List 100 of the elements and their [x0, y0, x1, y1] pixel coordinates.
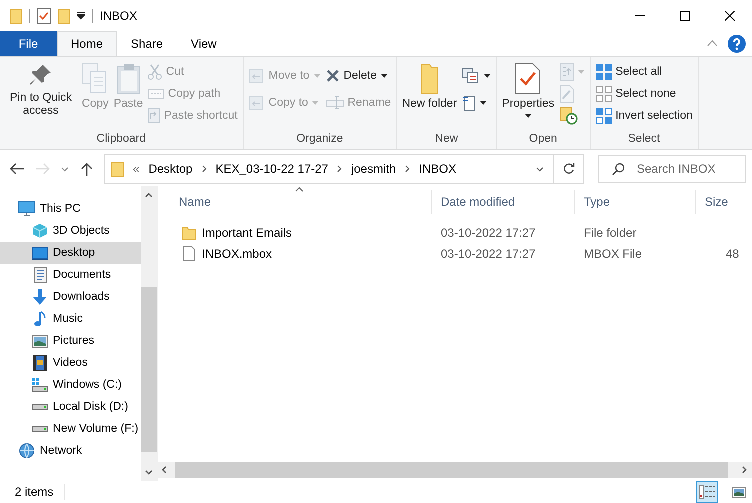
breadcrumb[interactable]: KEX_03-10-22 17-27	[216, 162, 328, 176]
sidebar-item[interactable]: Desktop	[0, 242, 141, 264]
picture-icon	[732, 486, 746, 498]
sidebar-item[interactable]: Music	[0, 308, 141, 330]
file-name[interactable]: INBOX.mbox	[202, 246, 272, 260]
overflow-chevron[interactable]: «	[133, 162, 140, 176]
ribbon-tab[interactable]: Home	[57, 31, 118, 56]
item-count: 2 items	[15, 485, 54, 499]
copy-icon	[82, 63, 108, 95]
scroll-right-icon[interactable]	[742, 466, 747, 474]
drive-icon	[32, 404, 48, 410]
search-field[interactable]: Search INBOX	[598, 155, 746, 183]
sidebar-item[interactable]: Windows (C:)	[0, 374, 141, 396]
properties-icon	[515, 63, 542, 95]
sidebar-item[interactable]: Local Disk (D:)	[0, 396, 141, 418]
desktop-icon	[32, 246, 48, 260]
ribbon-icon-button[interactable]	[460, 67, 494, 84]
sidebar-item[interactable]: This PC	[0, 198, 141, 220]
sidebar-item[interactable]: New Volume (F:)	[0, 418, 141, 440]
forward-arrow-icon	[36, 163, 50, 175]
select-none-icon	[596, 86, 612, 102]
caret-icon	[578, 70, 585, 74]
sidebar-item[interactable]: Network	[0, 440, 141, 462]
ribbon-button[interactable]: Pin to Quick access	[3, 59, 79, 133]
breadcrumb[interactable]: Desktop	[148, 162, 193, 176]
date-cell-text: 03-10-2022 17:27	[440, 246, 537, 260]
details-view-button[interactable]	[696, 481, 718, 503]
select-all-icon	[596, 64, 612, 80]
dropdown-icon[interactable]	[77, 12, 85, 20]
ribbon-tab[interactable]: Share	[117, 31, 178, 56]
ribbon-button[interactable]: New folder	[400, 59, 460, 133]
chevron-icon[interactable]	[337, 165, 342, 173]
back-arrow-icon	[10, 163, 24, 175]
details-list-icon	[699, 485, 715, 499]
ribbon-tab[interactable]: View	[177, 31, 231, 56]
invert-selection-icon	[596, 108, 612, 124]
path-icon	[148, 88, 164, 98]
column-header[interactable]: Name	[170, 190, 432, 214]
clipboard-icon	[116, 63, 141, 95]
move-icon	[248, 68, 265, 84]
address-bar[interactable]: « Desktop KEX_03-10-22 17-27 joesmith INBOX	[104, 154, 584, 184]
search-icon	[612, 163, 625, 176]
file-tab[interactable]: File	[0, 31, 57, 56]
breadcrumb[interactable]: INBOX	[419, 162, 456, 176]
sidebar-item[interactable]: 3D Objects	[0, 220, 141, 242]
scrollbar-thumb[interactable]	[175, 462, 728, 478]
sidebar-item[interactable]: Videos	[0, 352, 141, 374]
refresh-icon[interactable]	[563, 163, 575, 175]
scroll-left-icon[interactable]	[162, 466, 167, 474]
checklist-icon[interactable]	[37, 8, 51, 24]
column-header[interactable]: Size	[696, 190, 752, 214]
up-arrow-icon	[81, 162, 93, 176]
ribbon-button[interactable]: Delete	[324, 67, 394, 84]
column-header[interactable]: Date modified	[432, 190, 575, 214]
ribbon-button[interactable]: Invert selection	[594, 107, 695, 124]
cube-icon	[32, 223, 48, 239]
new-item-icon	[462, 68, 480, 84]
download-arrow-icon	[33, 289, 47, 305]
drive-icon	[32, 378, 48, 392]
scroll-up-icon[interactable]	[145, 193, 153, 198]
sidebar-item[interactable]: Documents	[0, 264, 141, 286]
caret-icon	[312, 100, 320, 104]
copy-to-icon	[248, 94, 265, 110]
caret-icon	[380, 74, 388, 78]
folder-icon	[182, 226, 196, 240]
type-cell-text: MBOX File	[583, 246, 644, 260]
folder-icon	[111, 161, 124, 177]
window-title: INBOX	[100, 8, 138, 22]
group-label: Clipboard	[96, 133, 146, 147]
chevron-icon[interactable]	[405, 165, 410, 173]
ribbon-button[interactable]: Select all	[594, 63, 695, 80]
picture-icon	[32, 334, 48, 348]
ribbon-button[interactable]: Select none	[594, 85, 695, 102]
file-name[interactable]: Important Emails	[202, 226, 292, 240]
music-note-icon	[34, 311, 46, 327]
history-icon	[560, 106, 578, 124]
chevron-icon[interactable]	[202, 165, 207, 173]
size-cell-text: 48	[725, 246, 740, 260]
globe-icon	[19, 443, 35, 459]
group-label: Open	[529, 133, 558, 147]
sidebar-item[interactable]: Downloads	[0, 286, 141, 308]
minimize-icon	[634, 15, 644, 16]
group-label: New	[435, 133, 458, 147]
scissors-icon	[148, 64, 162, 80]
film-icon	[33, 355, 47, 371]
caret-icon	[480, 100, 488, 104]
ribbon-button[interactable]: Properties	[500, 59, 557, 133]
caret-icon	[484, 74, 492, 78]
collapse-ribbon-icon[interactable]	[707, 40, 718, 47]
scrollbar-thumb[interactable]	[141, 287, 157, 452]
sidebar-item[interactable]: Pictures	[0, 330, 141, 352]
column-header[interactable]: Type	[575, 190, 696, 214]
dropdown-icon[interactable]	[536, 166, 544, 172]
breadcrumb[interactable]: joesmith	[351, 162, 396, 176]
group-label: Select	[628, 133, 660, 147]
scroll-down-icon[interactable]	[145, 470, 153, 475]
monitor-icon	[18, 201, 36, 217]
help-icon[interactable]	[728, 34, 746, 52]
date-cell-text: 03-10-2022 17:27	[440, 226, 537, 240]
drive-icon	[32, 426, 48, 432]
